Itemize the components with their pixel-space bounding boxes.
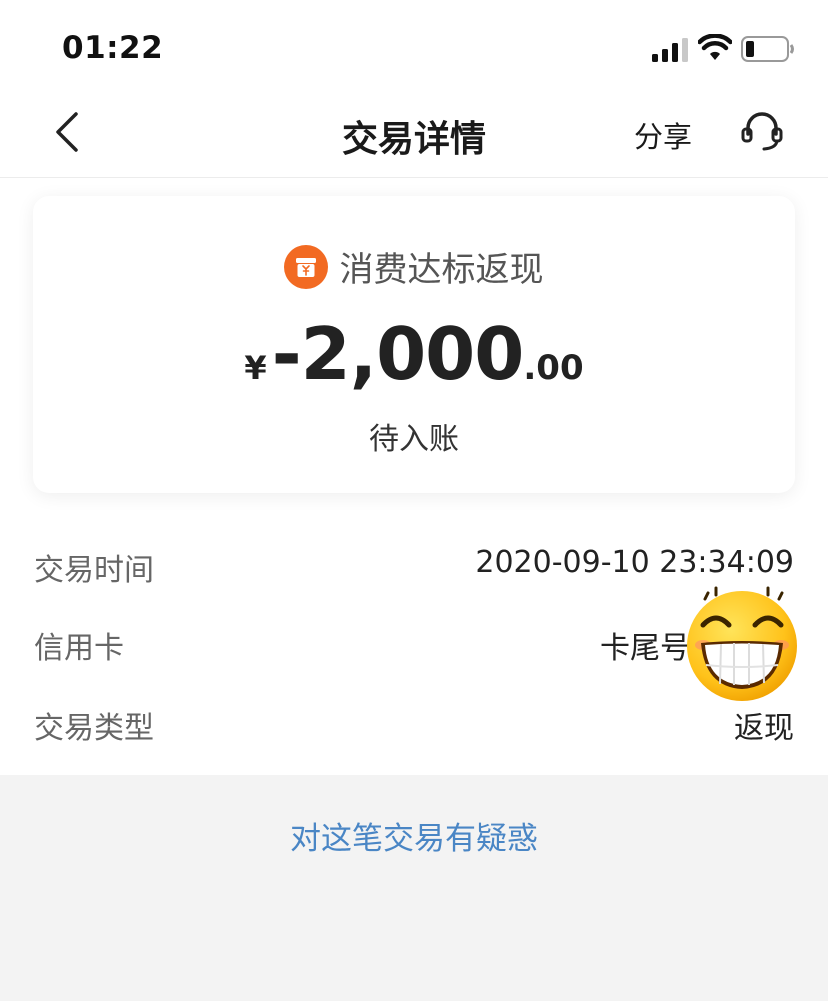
- detail-value: 返现: [734, 711, 794, 746]
- status-time: 01:22: [62, 30, 164, 66]
- status-bar: 01:22: [0, 0, 828, 96]
- page-title: 交易详情: [341, 119, 486, 160]
- detail-row-type: 交易类型 返现: [34, 693, 794, 753]
- detail-row-card: 信用卡 卡尾号: [34, 613, 794, 673]
- detail-label: 信用卡: [34, 631, 124, 666]
- wifi-icon: [698, 34, 732, 60]
- dispute-transaction-link[interactable]: 对这笔交易有疑惑: [0, 813, 828, 858]
- bottom-area: [0, 775, 828, 1001]
- transaction-amount: ¥ -2,000.00: [33, 312, 795, 396]
- battery-icon: [741, 36, 794, 62]
- detail-value: 2020-09-10 23:34:09: [475, 545, 794, 580]
- detail-label: 交易类型: [34, 711, 154, 746]
- transaction-summary-card: 消费达标返现 ¥ -2,000.00 待入账: [33, 196, 795, 493]
- detail-value: 卡尾号: [600, 631, 690, 666]
- amount-integer: -2,000: [271, 312, 525, 396]
- yuan-bag-icon: [284, 244, 329, 289]
- share-button[interactable]: 分享: [634, 114, 692, 156]
- amount-decimal: .00: [523, 348, 584, 388]
- detail-label: 交易时间: [34, 553, 154, 588]
- detail-row-time: 交易时间 2020-09-10 23:34:09: [34, 535, 794, 595]
- customer-service-icon[interactable]: [740, 112, 784, 152]
- transaction-tag-label: 消费达标返现: [339, 250, 544, 290]
- signal-icon: [652, 38, 688, 62]
- currency-symbol: ¥: [244, 349, 267, 387]
- grinning-emoji-sticker: [687, 586, 797, 701]
- nav-bar: 交易详情 分享: [0, 96, 828, 178]
- transaction-tag: 消费达标返现: [33, 242, 795, 291]
- transaction-status: 待入账: [369, 422, 459, 457]
